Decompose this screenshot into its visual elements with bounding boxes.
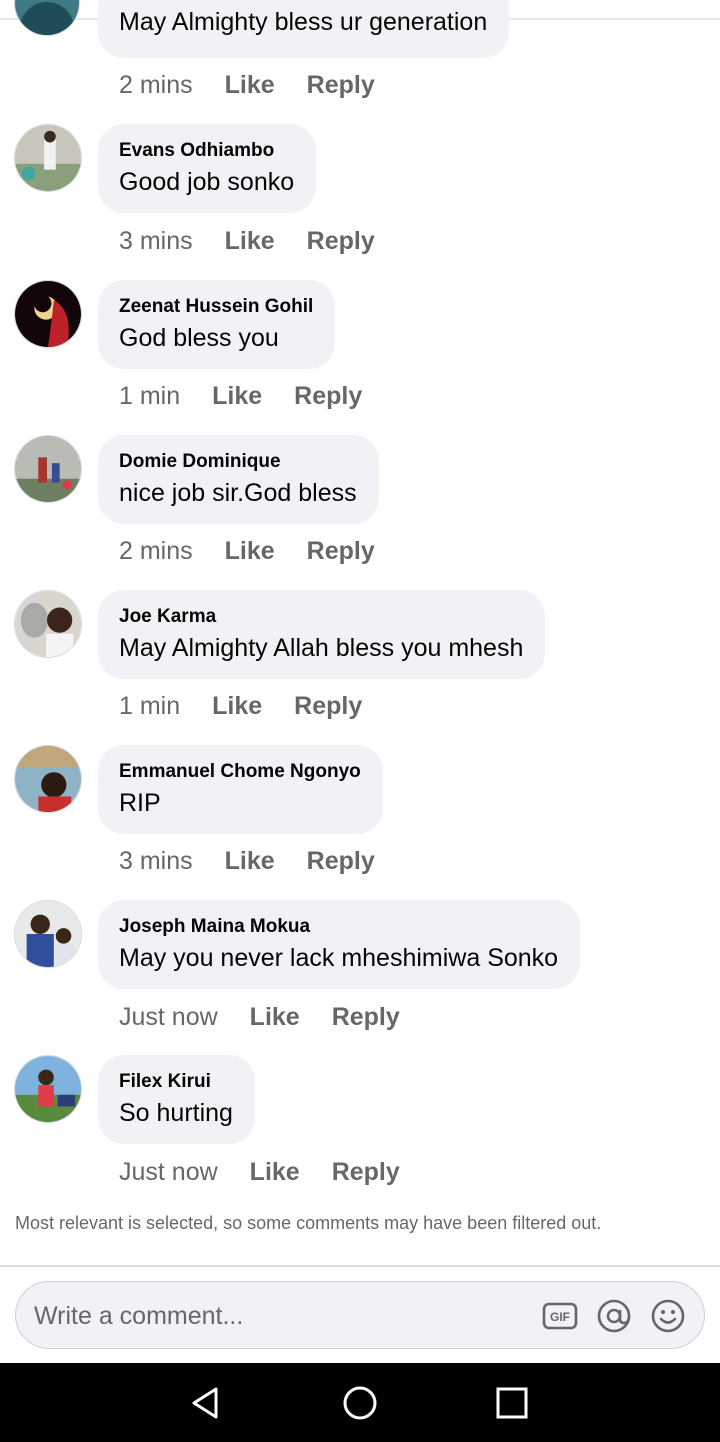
avatar[interactable]	[14, 280, 82, 348]
filter-note: Most relevant is selected, so some comme…	[15, 1213, 602, 1233]
comment-text: May Almighty Allah bless you mhesh	[119, 634, 524, 662]
bottom-divider	[0, 1265, 720, 1267]
comment-author[interactable]: Joseph Maina Mokua	[119, 916, 558, 938]
comment-text: May Almighty bless ur generation	[119, 8, 488, 36]
comment-actions: 2 mins Like Reply	[119, 70, 407, 100]
comment-time[interactable]: Just now	[119, 1002, 218, 1032]
gif-icon[interactable]: GIF	[542, 1298, 578, 1334]
triangle-back-icon[interactable]	[186, 1383, 226, 1423]
comment-composer: GIF	[15, 1281, 705, 1349]
comment-bubble[interactable]: Domie Dominique nice job sir.God bless	[98, 435, 379, 524]
avatar[interactable]	[14, 435, 82, 503]
reply-button[interactable]: Reply	[307, 846, 375, 876]
comment-time[interactable]: 2 mins	[119, 536, 193, 566]
comment-time[interactable]: 3 mins	[119, 226, 193, 256]
comment-text: Good job sonko	[119, 168, 295, 196]
comment-actions: 2 mins Like Reply	[119, 536, 407, 566]
comment-actions: 3 mins Like Reply	[119, 846, 407, 876]
reply-button[interactable]: Reply	[307, 226, 375, 256]
svg-text:GIF: GIF	[550, 1310, 570, 1324]
comment-actions: 3 mins Like Reply	[119, 226, 407, 256]
square-recents-icon[interactable]	[492, 1383, 532, 1423]
reply-button[interactable]: Reply	[294, 381, 362, 411]
comment-bubble[interactable]: Evans Odhiambo Good job sonko	[98, 124, 317, 213]
comment-text: nice job sir.God bless	[119, 479, 357, 507]
system-navigation-bar	[0, 1363, 720, 1442]
comment-text: God bless you	[119, 324, 279, 352]
reply-button[interactable]: Reply	[332, 1002, 400, 1032]
like-button[interactable]: Like	[225, 536, 275, 566]
comment-input[interactable]	[34, 1296, 514, 1336]
avatar[interactable]	[14, 745, 82, 813]
comment-bubble[interactable]: Joseph Maina Mokua May you never lack mh…	[98, 900, 581, 989]
comment-time[interactable]: 2 mins	[119, 70, 193, 100]
avatar[interactable]	[14, 124, 82, 192]
comment-actions: 1 min Like Reply	[119, 691, 394, 721]
like-button[interactable]: Like	[212, 691, 262, 721]
comment-author[interactable]: Joe Karma	[119, 606, 523, 628]
like-button[interactable]: Like	[225, 846, 275, 876]
comment-time[interactable]: 1 min	[119, 381, 180, 411]
comment-bubble[interactable]: May Almighty bless ur generation	[98, 0, 510, 58]
like-button[interactable]: Like	[250, 1157, 300, 1187]
reply-button[interactable]: Reply	[332, 1157, 400, 1187]
comment-time[interactable]: Just now	[119, 1157, 218, 1187]
comment-bubble[interactable]: Emmanuel Chome Ngonyo RIP	[98, 745, 383, 834]
reply-button[interactable]: Reply	[307, 70, 375, 100]
comment-text: May you never lack mheshimiwa Sonko	[119, 944, 559, 972]
avatar[interactable]	[14, 590, 82, 658]
comment-time[interactable]: 3 mins	[119, 846, 193, 876]
comment-bubble[interactable]: Joe Karma May Almighty Allah bless you m…	[98, 590, 546, 679]
comment-bubble[interactable]: Filex Kirui So hurting	[98, 1055, 255, 1144]
circle-home-icon[interactable]	[340, 1383, 380, 1423]
comment-author[interactable]: Evans Odhiambo	[119, 140, 294, 162]
comment-author[interactable]: Emmanuel Chome Ngonyo	[119, 761, 361, 783]
avatar[interactable]	[14, 1055, 82, 1123]
like-button[interactable]: Like	[225, 70, 275, 100]
like-button[interactable]: Like	[212, 381, 262, 411]
comment-text: So hurting	[119, 1099, 233, 1127]
avatar[interactable]	[14, 0, 80, 36]
avatar[interactable]	[14, 900, 82, 968]
smiley-icon[interactable]	[650, 1298, 686, 1334]
like-button[interactable]: Like	[225, 226, 275, 256]
comment-text: RIP	[119, 789, 161, 817]
like-button[interactable]: Like	[250, 1002, 300, 1032]
at-sign-icon[interactable]	[596, 1298, 632, 1334]
comment-actions: Just now Like Reply	[119, 1002, 432, 1032]
comment-author[interactable]: Zeenat Hussein Gohil	[119, 296, 313, 318]
comment-bubble[interactable]: Zeenat Hussein Gohil God bless you	[98, 280, 336, 369]
comment-actions: 1 min Like Reply	[119, 381, 394, 411]
reply-button[interactable]: Reply	[307, 536, 375, 566]
comment-author[interactable]: Filex Kirui	[119, 1071, 233, 1093]
comment-time[interactable]: 1 min	[119, 691, 180, 721]
comment-actions: Just now Like Reply	[119, 1157, 432, 1187]
comment-author[interactable]: Domie Dominique	[119, 451, 357, 473]
reply-button[interactable]: Reply	[294, 691, 362, 721]
